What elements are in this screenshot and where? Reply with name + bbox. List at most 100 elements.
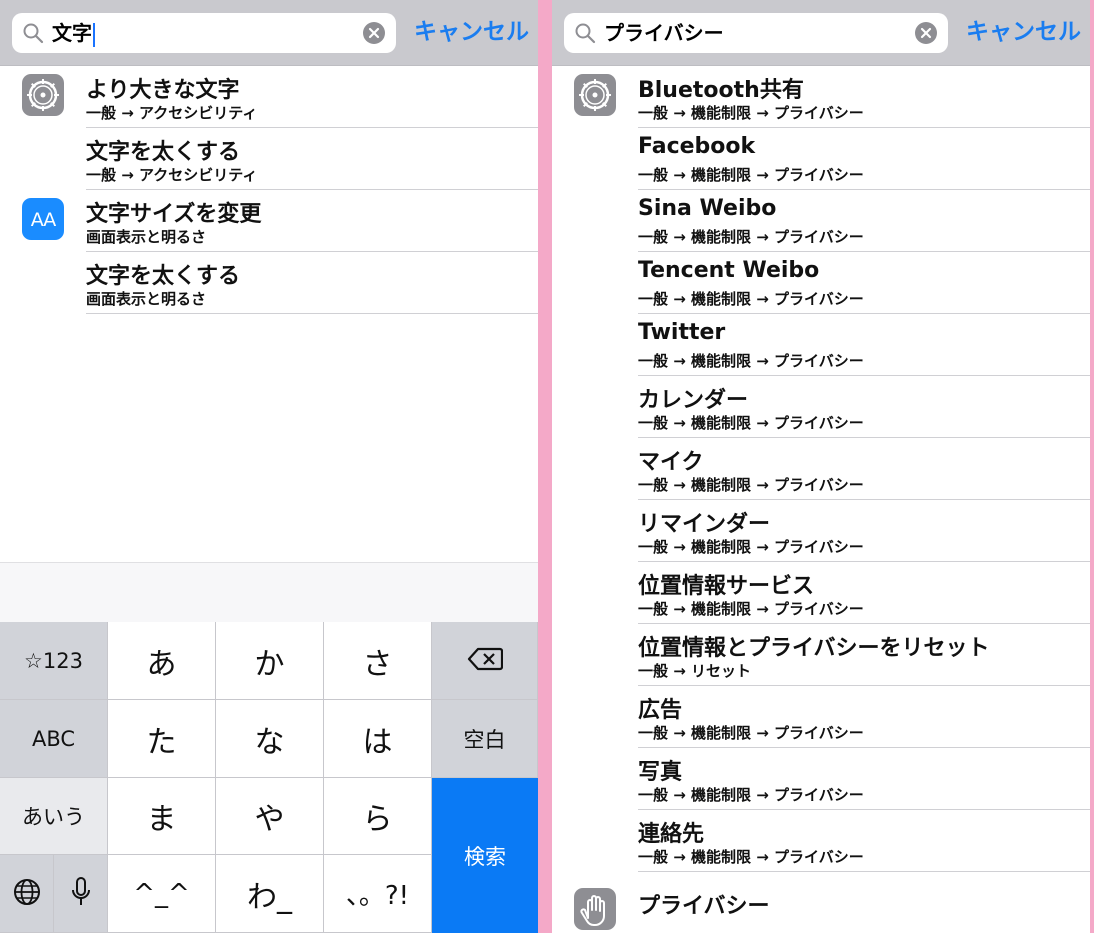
- key-na[interactable]: な: [216, 700, 324, 778]
- result-title: 位置情報とプライバシーをリセット: [638, 636, 990, 661]
- microphone-key[interactable]: [54, 855, 108, 933]
- search-input[interactable]: 文字: [52, 13, 95, 53]
- result-path: 一般 → リセット: [638, 662, 752, 680]
- result-title: 連絡先: [638, 822, 705, 847]
- result-title: リマインダー: [638, 512, 771, 537]
- result-row[interactable]: 文字を太くする 一般 → アクセシビリティ: [0, 128, 538, 190]
- result-row[interactable]: リマインダー 一般 → 機能制限 → プライバシー: [552, 500, 1090, 562]
- result-title: 文字を太くする: [86, 140, 241, 165]
- clear-icon[interactable]: [363, 22, 385, 44]
- search-bar: プライバシー キャンセル: [552, 0, 1090, 66]
- space-key[interactable]: 空白: [432, 700, 538, 778]
- result-path: 一般 → 機能制限 → プライバシー: [638, 600, 864, 618]
- result-path: 一般 → 機能制限 → プライバシー: [638, 290, 864, 308]
- kana-mode-key[interactable]: あいう: [0, 778, 108, 855]
- result-row[interactable]: プライバシー: [552, 872, 1090, 933]
- row-divider: [86, 313, 538, 314]
- result-path: 一般 → 機能制限 → プライバシー: [638, 352, 864, 370]
- punctuation-key[interactable]: 、。?!: [324, 855, 432, 933]
- result-row[interactable]: 位置情報サービス 一般 → 機能制限 → プライバシー: [552, 562, 1090, 624]
- abc-key[interactable]: ABC: [0, 700, 108, 778]
- search-field[interactable]: 文字: [12, 13, 396, 53]
- result-title: カレンダー: [638, 388, 749, 413]
- globe-icon: [12, 877, 42, 911]
- search-input[interactable]: プライバシー: [604, 13, 724, 53]
- gear-icon: [574, 74, 616, 116]
- result-title: より大きな文字: [86, 78, 240, 103]
- result-row[interactable]: 写真 一般 → 機能制限 → プライバシー: [552, 748, 1090, 810]
- search-results: Bluetooth共有 一般 → 機能制限 → プライバシー Facebook …: [552, 66, 1090, 933]
- clear-icon[interactable]: [915, 22, 937, 44]
- key-ma[interactable]: ま: [108, 778, 216, 855]
- cancel-button[interactable]: キャンセル: [966, 16, 1081, 48]
- search-field[interactable]: プライバシー: [564, 13, 948, 53]
- result-row[interactable]: Tencent Weibo 一般 → 機能制限 → プライバシー: [552, 252, 1090, 314]
- microphone-icon: [70, 876, 92, 912]
- backspace-icon: [467, 647, 503, 675]
- search-bar: 文字 キャンセル: [0, 0, 538, 66]
- result-row[interactable]: Facebook 一般 → 機能制限 → プライバシー: [552, 128, 1090, 190]
- result-row[interactable]: 広告 一般 → 機能制限 → プライバシー: [552, 686, 1090, 748]
- result-path: 一般 → アクセシビリティ: [86, 104, 258, 122]
- result-path: 一般 → 機能制限 → プライバシー: [638, 414, 864, 432]
- right-screen: プライバシー キャンセル Bluetooth共有 一般 → 機能制限 → プライ…: [552, 0, 1090, 933]
- result-title: Sina Weibo: [638, 196, 777, 221]
- keyboard-suggestion-bar: [0, 562, 538, 623]
- result-path: 一般 → 機能制限 → プライバシー: [638, 104, 864, 122]
- result-path: 画面表示と明るさ: [86, 290, 207, 308]
- key-ha[interactable]: は: [324, 700, 432, 778]
- result-row[interactable]: マイク 一般 → 機能制限 → プライバシー: [552, 438, 1090, 500]
- result-title: Tencent Weibo: [638, 258, 820, 283]
- key-sa[interactable]: さ: [324, 622, 432, 700]
- hand-icon: [574, 888, 616, 930]
- globe-key[interactable]: [0, 855, 54, 933]
- result-path: 一般 → 機能制限 → プライバシー: [638, 166, 864, 184]
- result-title: Facebook: [638, 134, 756, 159]
- result-row[interactable]: 連絡先 一般 → 機能制限 → プライバシー: [552, 810, 1090, 872]
- result-row[interactable]: 位置情報とプライバシーをリセット 一般 → リセット: [552, 624, 1090, 686]
- kaomoji-key[interactable]: ^_^: [108, 855, 216, 933]
- text-size-icon: AA: [22, 198, 64, 240]
- result-path: 一般 → 機能制限 → プライバシー: [638, 476, 864, 494]
- result-path: 一般 → 機能制限 → プライバシー: [638, 724, 864, 742]
- result-title: 広告: [638, 698, 683, 723]
- left-screen: 文字 キャンセル より大きな文字 一般 → アクセシビリティ 文字を太くする 一…: [0, 0, 538, 933]
- result-path: 一般 → 機能制限 → プライバシー: [638, 538, 864, 556]
- search-icon: [22, 22, 44, 48]
- result-title: 写真: [638, 760, 683, 785]
- result-title: Twitter: [638, 320, 726, 345]
- result-row[interactable]: Sina Weibo 一般 → 機能制限 → プライバシー: [552, 190, 1090, 252]
- backspace-key[interactable]: [432, 622, 538, 700]
- search-icon: [574, 22, 596, 48]
- search-results: より大きな文字 一般 → アクセシビリティ 文字を太くする 一般 → アクセシビ…: [0, 66, 538, 314]
- result-row[interactable]: より大きな文字 一般 → アクセシビリティ: [0, 66, 538, 128]
- kana-keyboard: ☆123 あ か さ ABC た な は 空白 あいう ま や ら 検索 ^_^: [0, 622, 538, 933]
- result-path: 一般 → 機能制限 → プライバシー: [638, 786, 864, 804]
- key-ka[interactable]: か: [216, 622, 324, 700]
- result-title: 文字を太くする: [86, 264, 241, 289]
- text-caret: [93, 22, 95, 47]
- result-row[interactable]: 文字を太くする 画面表示と明るさ: [0, 252, 538, 314]
- result-path: 一般 → 機能制限 → プライバシー: [638, 848, 864, 866]
- result-row[interactable]: AA 文字サイズを変更 画面表示と明るさ: [0, 190, 538, 252]
- key-ta[interactable]: た: [108, 700, 216, 778]
- result-title: マイク: [638, 450, 704, 475]
- result-title: 文字サイズを変更: [86, 202, 262, 227]
- result-path: 一般 → 機能制限 → プライバシー: [638, 228, 864, 246]
- key-wa[interactable]: わ_: [216, 855, 324, 933]
- result-title: 位置情報サービス: [638, 574, 815, 599]
- search-key[interactable]: 検索: [432, 778, 538, 933]
- result-title: Bluetooth共有: [638, 78, 804, 103]
- result-path: 画面表示と明るさ: [86, 228, 207, 246]
- result-path: 一般 → アクセシビリティ: [86, 166, 258, 184]
- key-a[interactable]: あ: [108, 622, 216, 700]
- result-row[interactable]: カレンダー 一般 → 機能制限 → プライバシー: [552, 376, 1090, 438]
- key-ra[interactable]: ら: [324, 778, 432, 855]
- result-row[interactable]: Twitter 一般 → 機能制限 → プライバシー: [552, 314, 1090, 376]
- key-ya[interactable]: や: [216, 778, 324, 855]
- gear-icon: [22, 74, 64, 116]
- result-row[interactable]: Bluetooth共有 一般 → 機能制限 → プライバシー: [552, 66, 1090, 128]
- numbers-key[interactable]: ☆123: [0, 622, 108, 700]
- cancel-button[interactable]: キャンセル: [414, 16, 529, 48]
- result-title: プライバシー: [638, 894, 770, 919]
